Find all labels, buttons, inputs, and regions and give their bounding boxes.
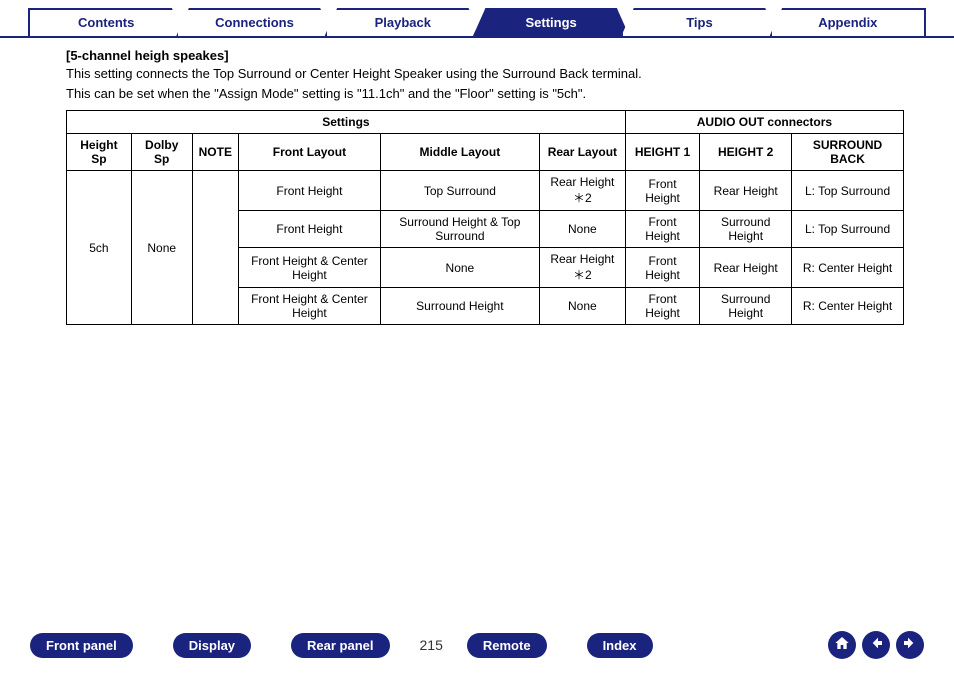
cell-middle: Top Surround (380, 171, 539, 211)
arrow-left-icon (868, 635, 884, 656)
cell-rear: Rear Height＊2 (539, 248, 625, 288)
th-height-sp: Height Sp (67, 134, 132, 171)
cell-sb: R: Center Height (792, 288, 904, 325)
table-row: 5ch None Front Height Top Surround Rear … (67, 171, 904, 211)
cell-sb: R: Center Height (792, 248, 904, 288)
cell-h2: Rear Height (700, 171, 792, 211)
front-panel-button[interactable]: Front panel (30, 633, 133, 658)
config-table: Settings AUDIO OUT connectors Height Sp … (66, 110, 904, 325)
arrow-right-icon (902, 635, 918, 656)
cell-rear: None (539, 211, 625, 248)
tab-connections[interactable]: Connections (176, 8, 332, 36)
cell-front: Front Height (238, 211, 380, 248)
cell-front: Front Height & Center Height (238, 248, 380, 288)
th-group-settings: Settings (67, 111, 626, 134)
rear-panel-button[interactable]: Rear panel (291, 633, 389, 658)
remote-button[interactable]: Remote (467, 633, 547, 658)
th-height2: HEIGHT 2 (700, 134, 792, 171)
home-button[interactable] (828, 631, 856, 659)
th-group-audio: AUDIO OUT connectors (625, 111, 903, 134)
tab-appendix[interactable]: Appendix (770, 8, 926, 36)
tab-settings[interactable]: Settings (473, 8, 629, 36)
cell-h2: Surround Height (700, 211, 792, 248)
page-number: 215 (420, 637, 443, 653)
cell-h1: Front Height (625, 211, 699, 248)
cell-middle: Surround Height & Top Surround (380, 211, 539, 248)
section-desc-1: This setting connects the Top Surround o… (66, 65, 904, 83)
tab-contents[interactable]: Contents (28, 8, 184, 36)
section-desc-2: This can be set when the "Assign Mode" s… (66, 85, 904, 103)
next-button[interactable] (896, 631, 924, 659)
cell-height-sp: 5ch (67, 171, 132, 325)
cell-middle: None (380, 248, 539, 288)
display-button[interactable]: Display (173, 633, 251, 658)
top-tabs: Contents Connections Playback Settings T… (0, 0, 954, 38)
cell-h1: Front Height (625, 248, 699, 288)
th-note: NOTE (192, 134, 238, 171)
cell-h2: Rear Height (700, 248, 792, 288)
cell-sb: L: Top Surround (792, 171, 904, 211)
index-button[interactable]: Index (587, 633, 653, 658)
footer-bar: Front panel Display Rear panel 215 Remot… (0, 631, 954, 659)
tab-playback[interactable]: Playback (325, 8, 481, 36)
home-icon (834, 635, 850, 656)
section-heading: [5-channel heigh speakes] (66, 48, 904, 63)
th-front-layout: Front Layout (238, 134, 380, 171)
th-dolby-sp: Dolby Sp (131, 134, 192, 171)
th-height1: HEIGHT 1 (625, 134, 699, 171)
cell-rear: Rear Height＊2 (539, 171, 625, 211)
th-surround-back: SURROUND BACK (792, 134, 904, 171)
cell-sb: L: Top Surround (792, 211, 904, 248)
th-rear-layout: Rear Layout (539, 134, 625, 171)
cell-middle: Surround Height (380, 288, 539, 325)
cell-dolby-sp: None (131, 171, 192, 325)
prev-button[interactable] (862, 631, 890, 659)
cell-h1: Front Height (625, 171, 699, 211)
page-content: [5-channel heigh speakes] This setting c… (0, 38, 954, 325)
cell-front: Front Height (238, 171, 380, 211)
tab-tips[interactable]: Tips (621, 8, 777, 36)
th-middle-layout: Middle Layout (380, 134, 539, 171)
cell-h1: Front Height (625, 288, 699, 325)
cell-h2: Surround Height (700, 288, 792, 325)
cell-note (192, 171, 238, 325)
cell-rear: None (539, 288, 625, 325)
cell-front: Front Height & Center Height (238, 288, 380, 325)
